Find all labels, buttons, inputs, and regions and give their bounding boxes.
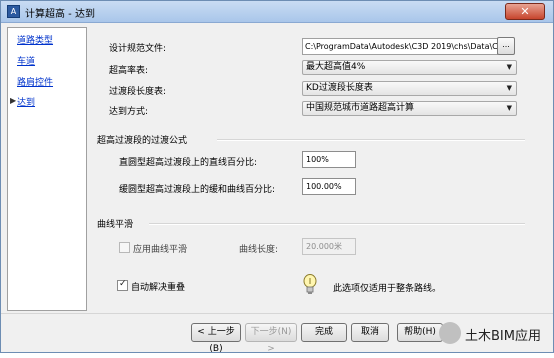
wizard-nav: 道路类型 车道 路肩控件 ▶ 达到 xyxy=(7,27,87,311)
finish-button[interactable]: 完成 xyxy=(301,323,347,342)
spiral-percent-input[interactable]: 100.00% xyxy=(302,178,356,195)
dropdown-arrow-icon: ▼ xyxy=(506,104,512,112)
lightbulb-icon xyxy=(303,274,317,294)
straight-percent-label: 直圆型超高过渡段上的直线百分比: xyxy=(119,158,258,168)
group-divider xyxy=(149,224,525,225)
transition-length-label: 过渡段长度表: xyxy=(109,87,167,97)
title-bar: A 计算超高 - 达到 ✕ xyxy=(1,1,553,23)
apply-smoothing-label: 应用曲线平滑 xyxy=(133,245,188,255)
transition-group-title: 超高过渡段的过渡公式 xyxy=(97,136,188,146)
superelevation-rate-select[interactable]: 最大超高值4% ▼ xyxy=(302,60,517,75)
back-button[interactable]: < 上一步(B) xyxy=(191,323,241,354)
nav-item-attainment[interactable]: 达到 xyxy=(17,95,35,108)
curve-length-label: 曲线长度: xyxy=(239,245,279,255)
spec-file-path[interactable]: C:\ProgramData\Autodesk\C3D 2019\chs\Dat… xyxy=(302,38,498,55)
help-button[interactable]: 帮助(H) xyxy=(397,323,443,342)
wechat-icon xyxy=(439,322,461,344)
smoothing-group-title: 曲线平滑 xyxy=(97,220,134,230)
watermark-text: 土木BIM应用 xyxy=(465,329,541,344)
transition-length-value: KD过渡段长度表 xyxy=(306,83,373,93)
dropdown-arrow-icon: ▼ xyxy=(506,84,512,92)
dialog-window: A 计算超高 - 达到 ✕ 道路类型 车道 路肩控件 ▶ 达到 设计规范文件: … xyxy=(0,0,554,354)
window-title: 计算超高 - 达到 xyxy=(25,9,95,20)
nav-item-shoulder-control[interactable]: 路肩控件 xyxy=(17,75,53,88)
straight-percent-input[interactable]: 100% xyxy=(302,151,356,168)
checkmark-icon: ✓ xyxy=(119,279,127,289)
close-button[interactable]: ✕ xyxy=(505,3,545,20)
dropdown-arrow-icon: ▼ xyxy=(506,63,512,71)
attainment-method-value: 中国规范城市道路超高计算 xyxy=(306,103,415,113)
footer-divider xyxy=(1,313,553,314)
transition-length-select[interactable]: KD过渡段长度表 ▼ xyxy=(302,81,517,96)
superelevation-rate-value: 最大超高值4% xyxy=(306,62,366,72)
next-button[interactable]: 下一步(N) > xyxy=(245,323,297,354)
spec-file-label: 设计规范文件: xyxy=(109,44,167,54)
cancel-button[interactable]: 取消 xyxy=(351,323,389,342)
auto-resolve-label: 自动解决重叠 xyxy=(131,283,186,293)
wizard-content: 设计规范文件: C:\ProgramData\Autodesk\C3D 2019… xyxy=(93,27,531,311)
current-step-arrow-icon: ▶ xyxy=(10,96,17,105)
apply-smoothing-checkbox[interactable] xyxy=(119,242,130,253)
nav-item-road-type[interactable]: 道路类型 xyxy=(17,33,53,46)
attainment-method-label: 达到方式: xyxy=(109,107,149,117)
app-icon: A xyxy=(7,5,20,18)
spiral-percent-label: 缓圆型超高过渡段上的缓和曲线百分比: xyxy=(119,185,276,195)
superelevation-rate-label: 超高率表: xyxy=(109,66,149,76)
watermark: 土木BIM应用 xyxy=(439,320,554,348)
auto-resolve-note: 此选项仅适用于整条路线。 xyxy=(333,284,442,294)
auto-resolve-checkbox[interactable]: ✓ xyxy=(117,279,128,291)
group-divider xyxy=(217,140,525,141)
browse-button[interactable]: ... xyxy=(497,37,515,55)
attainment-method-select[interactable]: 中国规范城市道路超高计算 ▼ xyxy=(302,101,517,116)
nav-item-lanes[interactable]: 车道 xyxy=(17,54,35,67)
curve-length-input[interactable]: 20.000米 xyxy=(302,238,356,255)
